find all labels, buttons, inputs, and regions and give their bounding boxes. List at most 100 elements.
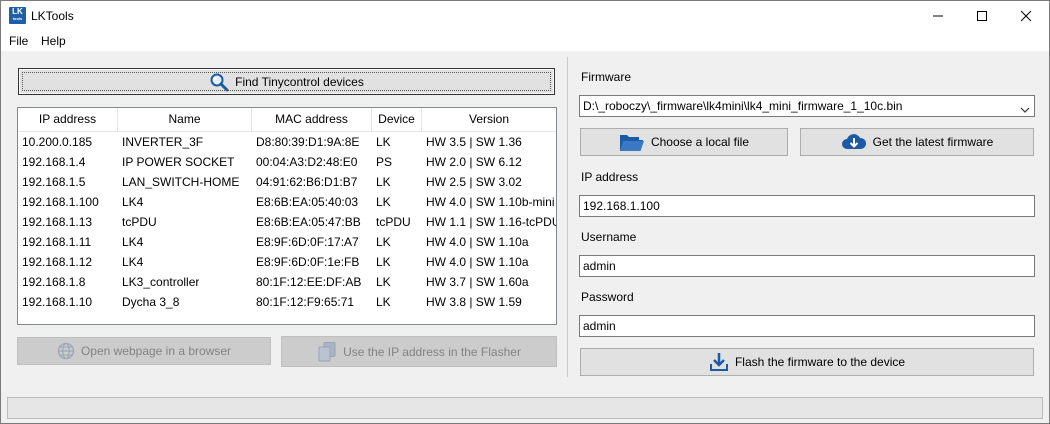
cell-version: HW 3.5 | SW 1.36 — [426, 135, 522, 149]
column-header-ip[interactable]: IP address — [18, 108, 118, 131]
column-header-mac[interactable]: MAC address — [252, 108, 372, 131]
cell-device: LK — [376, 295, 391, 309]
cell-version: HW 1.1 | SW 1.16-tcPDU — [426, 215, 557, 229]
table-row[interactable]: 192.168.1.4 IP POWER SOCKET 00:04:A3:D2:48… — [18, 152, 556, 172]
copy-icon — [317, 341, 337, 363]
password-value: admin — [583, 319, 616, 333]
password-label: Password — [581, 290, 634, 304]
cell-version: HW 2.0 | SW 6.12 — [426, 155, 522, 169]
cell-mac: D8:80:39:D1:9A:8E — [256, 135, 360, 149]
cell-version: HW 3.8 | SW 1.59 — [426, 295, 522, 309]
lktools-app-icon: LK tools — [9, 7, 26, 24]
column-header-device[interactable]: Device — [372, 108, 422, 131]
cell-device: tcPDU — [376, 215, 411, 229]
minimize-icon — [933, 15, 943, 17]
cloud-download-icon — [841, 132, 867, 152]
cell-mac: 80:1F:12:EE:DF:AB — [256, 275, 362, 289]
cell-name: tcPDU — [122, 215, 157, 229]
get-latest-firmware-button[interactable]: Get the latest firmware — [800, 128, 1034, 156]
get-latest-firmware-label: Get the latest firmware — [872, 135, 994, 149]
cell-version: HW 4.0 | SW 1.10a — [426, 255, 529, 269]
find-devices-label: Find Tinycontrol devices — [235, 74, 364, 89]
ip-address-label: IP address — [581, 170, 639, 184]
use-ip-label: Use the IP address in the Flasher — [343, 344, 521, 359]
close-button[interactable] — [1003, 1, 1049, 31]
choose-local-file-label: Choose a local file — [650, 135, 750, 149]
choose-local-file-button[interactable]: Choose a local file — [580, 128, 788, 156]
app-window: LK tools LKTools File Help Find Tinycont… — [0, 0, 1050, 424]
use-ip-button[interactable]: Use the IP address in the Flasher — [281, 336, 557, 367]
download-icon — [709, 352, 729, 372]
cell-device: LK — [376, 255, 391, 269]
device-list[interactable]: IP address Name MAC address Device Versi… — [17, 107, 557, 325]
chevron-down-icon — [1020, 101, 1030, 121]
table-row[interactable]: 192.168.1.5 LAN_SWITCH-HOME 04:91:62:B6:D1… — [18, 172, 556, 192]
cell-mac: E8:6B:EA:05:40:03 — [256, 195, 359, 209]
open-webpage-button[interactable]: Open webpage in a browser — [17, 337, 271, 365]
cell-ip: 192.168.1.13 — [22, 215, 93, 229]
device-list-header: IP address Name MAC address Device Versi… — [18, 108, 556, 132]
cell-mac: E8:9F:6D:0F:1e:FB — [256, 255, 360, 269]
cell-device: PS — [376, 155, 393, 169]
ip-address-input[interactable]: 192.168.1.100 — [579, 195, 1035, 217]
cell-ip: 192.168.1.12 — [22, 255, 93, 269]
minimize-button[interactable] — [915, 1, 961, 31]
folder-open-icon — [619, 132, 645, 152]
menu-help[interactable]: Help — [41, 34, 66, 48]
maximize-button[interactable] — [959, 1, 1005, 31]
cell-name: LK3_controller — [122, 275, 200, 289]
cell-ip: 192.168.1.100 — [22, 195, 99, 209]
table-row[interactable]: 192.168.1.8 LK3_controller 80:1F:12:EE:DF:… — [18, 272, 556, 292]
window-title: LKTools — [31, 9, 74, 23]
cell-device: LK — [376, 195, 391, 209]
cell-version: HW 4.0 | SW 1.10b-mini — [426, 195, 555, 209]
close-icon — [1020, 10, 1032, 22]
username-input[interactable]: admin — [579, 255, 1035, 277]
cell-mac: 00:04:A3:D2:48:E0 — [256, 155, 358, 169]
cell-version: HW 4.0 | SW 1.10a — [426, 235, 529, 249]
cell-name: LK4 — [122, 255, 144, 269]
search-icon — [209, 72, 229, 92]
cell-device: LK — [376, 175, 391, 189]
cell-device: LK — [376, 135, 391, 149]
table-row[interactable]: 192.168.1.100 LK4 E8:6B:EA:05:40:03 LK HW 4.… — [18, 192, 556, 212]
table-row[interactable]: 10.200.0.185 INVERTER_3F D8:80:39:D1:9A:8E… — [18, 132, 556, 152]
table-row[interactable]: 192.168.1.13 tcPDU E8:6B:EA:05:47:BB tcPDU H… — [18, 212, 556, 232]
cell-name: LK4 — [122, 195, 144, 209]
open-webpage-label: Open webpage in a browser — [80, 344, 232, 358]
panel-separator — [567, 57, 568, 377]
cell-ip: 192.168.1.5 — [22, 175, 86, 189]
firmware-label: Firmware — [581, 70, 631, 84]
cell-mac: E8:9F:6D:0F:17:A7 — [256, 235, 359, 249]
cell-version: HW 3.7 | SW 1.60a — [426, 275, 529, 289]
globe-icon — [57, 342, 75, 360]
table-row[interactable]: 192.168.1.10 Dycha 3_8 80:1F:12:F9:65:71 LK… — [18, 292, 556, 312]
cell-device: LK — [376, 235, 391, 249]
firmware-path-select[interactable]: D:\_roboczy\_firmware\lk4mini\lk4_mini_f… — [579, 95, 1035, 117]
cell-name: LAN_SWITCH-HOME — [122, 175, 240, 189]
cell-mac: E8:6B:EA:05:47:BB — [256, 215, 361, 229]
cell-version: HW 2.5 | SW 3.02 — [426, 175, 522, 189]
column-header-name[interactable]: Name — [118, 108, 252, 131]
cell-ip: 192.168.1.10 — [22, 295, 93, 309]
table-row[interactable]: 192.168.1.12 LK4 E8:9F:6D:0F:1e:FB LK HW 4.0… — [18, 252, 556, 272]
find-devices-button[interactable]: Find Tinycontrol devices — [18, 68, 555, 95]
cell-ip: 192.168.1.4 — [22, 155, 86, 169]
app-icon-subtext: tools — [12, 16, 23, 21]
flash-firmware-button[interactable]: Flash the firmware to the device — [580, 348, 1034, 376]
status-bar — [7, 397, 1043, 419]
column-header-version[interactable]: Version — [422, 108, 556, 131]
flash-firmware-label: Flash the firmware to the device — [734, 355, 906, 369]
menu-file[interactable]: File — [9, 34, 28, 48]
app-icon-text: LK — [12, 7, 23, 16]
cell-device: LK — [376, 275, 391, 289]
username-label: Username — [581, 230, 637, 244]
password-input[interactable]: admin — [579, 315, 1035, 337]
username-value: admin — [583, 259, 616, 273]
cell-mac: 80:1F:12:F9:65:71 — [256, 295, 355, 309]
cell-name: LK4 — [122, 235, 144, 249]
maximize-icon — [977, 11, 987, 21]
cell-mac: 04:91:62:B6:D1:B7 — [256, 175, 358, 189]
table-row[interactable]: 192.168.1.11 LK4 E8:9F:6D:0F:17:A7 LK HW 4.0… — [18, 232, 556, 252]
cell-name: IP POWER SOCKET — [122, 155, 235, 169]
